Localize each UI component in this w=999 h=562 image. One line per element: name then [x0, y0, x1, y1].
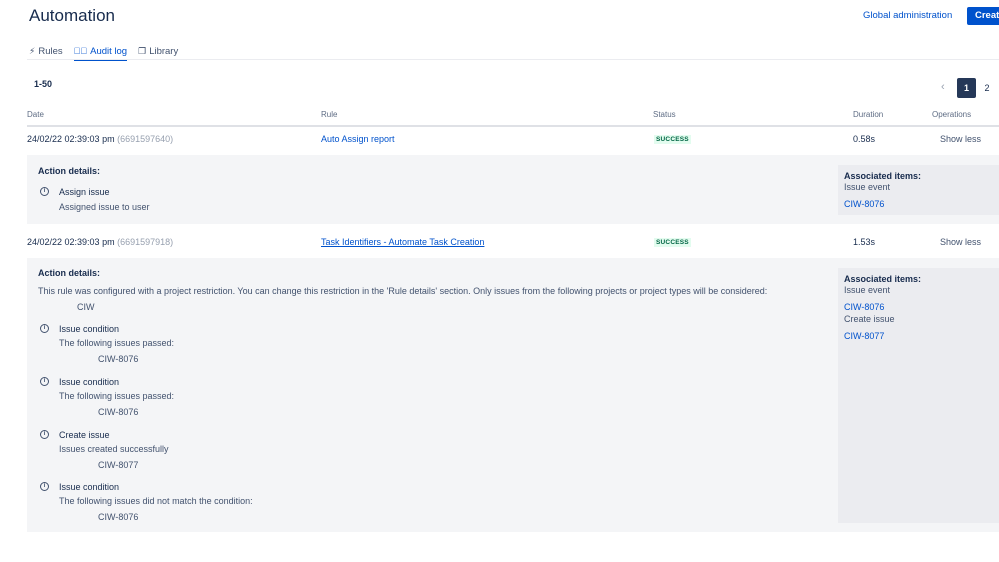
action-title: Issue condition [59, 377, 120, 387]
column-duration: Duration [853, 110, 884, 119]
page-button-1[interactable]: 1 [957, 78, 976, 98]
global-administration-link[interactable]: Global administration [863, 10, 952, 21]
status-badge: SUCCESS [654, 238, 691, 247]
project-key: CIW [77, 302, 95, 312]
create-button[interactable]: Create [967, 7, 999, 25]
action-description: Assigned issue to user [59, 202, 150, 212]
row-date: 24/02/22 02:39:03 pm (6691597918) [27, 237, 174, 247]
duration-value: 1.53s [853, 237, 876, 247]
associated-items-label: Associated items: [844, 171, 922, 181]
associated-items: Associated items: Issue event CIW-8076 C… [838, 268, 999, 523]
info-icon: i [40, 324, 49, 333]
create-issue-label: Create issue [844, 314, 895, 324]
tab-audit-log-label: Audit log [90, 45, 128, 57]
action-title: Assign issue [59, 187, 110, 197]
tab-library[interactable]: ❐ Library [138, 43, 178, 59]
info-icon: i [40, 482, 49, 491]
action-title: Issue condition [59, 482, 120, 492]
tab-library-label: Library [149, 45, 179, 57]
tab-audit-log[interactable]: ✓⃝ Audit log [73, 43, 128, 61]
lightning-icon: ⚡︎ [29, 45, 36, 56]
page-title: Automation [29, 6, 115, 25]
header-divider [27, 125, 999, 127]
rule-link[interactable]: Task Identifiers - Automate Task Creatio… [321, 237, 484, 247]
tab-rules[interactable]: ⚡︎ Rules [29, 43, 63, 59]
action-item: CIW-8076 [98, 512, 139, 522]
restriction-notice: This rule was configured with a project … [38, 286, 768, 296]
copy-icon: ❐ [138, 45, 147, 56]
tab-rules-label: Rules [38, 45, 63, 57]
page-button-2[interactable]: 2 [981, 78, 993, 98]
duration-value: 0.58s [853, 134, 876, 144]
tab-bar: ⚡︎ Rules ✓⃝ Audit log ❐ Library [29, 43, 189, 61]
action-details-title: Action details: [38, 268, 101, 278]
execution-id: (6691597640) [117, 134, 174, 144]
row-date: 24/02/22 02:39:03 pm (6691597640) [27, 134, 174, 144]
info-icon: i [40, 377, 49, 386]
chevron-left-icon[interactable]: ‹ [941, 81, 945, 93]
info-icon: i [40, 430, 49, 439]
associated-items-label: Associated items: [844, 274, 922, 284]
action-description: The following issues passed: [59, 338, 175, 348]
action-description: The following issues did not match the c… [59, 496, 253, 506]
action-description: Issues created successfully [59, 444, 169, 454]
action-item: CIW-8076 [98, 407, 139, 417]
column-operations: Operations [932, 110, 972, 119]
tabs-divider [27, 59, 999, 60]
issue-link[interactable]: CIW-8076 [844, 199, 884, 209]
result-range: 1-50 [34, 79, 53, 89]
issue-link[interactable]: CIW-8076 [844, 302, 884, 312]
action-description: The following issues passed: [59, 391, 175, 401]
action-title: Create issue [59, 430, 110, 440]
check-circle-icon: ✓⃝ [73, 46, 88, 56]
show-less-button[interactable]: Show less [940, 134, 981, 144]
rule-link[interactable]: Auto Assign report [321, 134, 395, 144]
status-badge: SUCCESS [654, 135, 691, 144]
issue-event-label: Issue event [844, 285, 891, 295]
action-item: CIW-8077 [98, 460, 139, 470]
action-details-title: Action details: [38, 166, 101, 176]
info-icon: i [40, 187, 49, 196]
column-rule: Rule [321, 110, 338, 119]
associated-items: Associated items: Issue event CIW-8076 [838, 165, 999, 215]
action-title: Issue condition [59, 324, 120, 334]
column-date: Date [27, 110, 44, 119]
execution-id: (6691597918) [117, 237, 174, 247]
issue-link[interactable]: CIW-8077 [844, 331, 884, 341]
show-less-button[interactable]: Show less [940, 237, 981, 247]
issue-event-label: Issue event [844, 182, 891, 192]
action-item: CIW-8076 [98, 354, 139, 364]
column-status: Status [653, 110, 676, 119]
